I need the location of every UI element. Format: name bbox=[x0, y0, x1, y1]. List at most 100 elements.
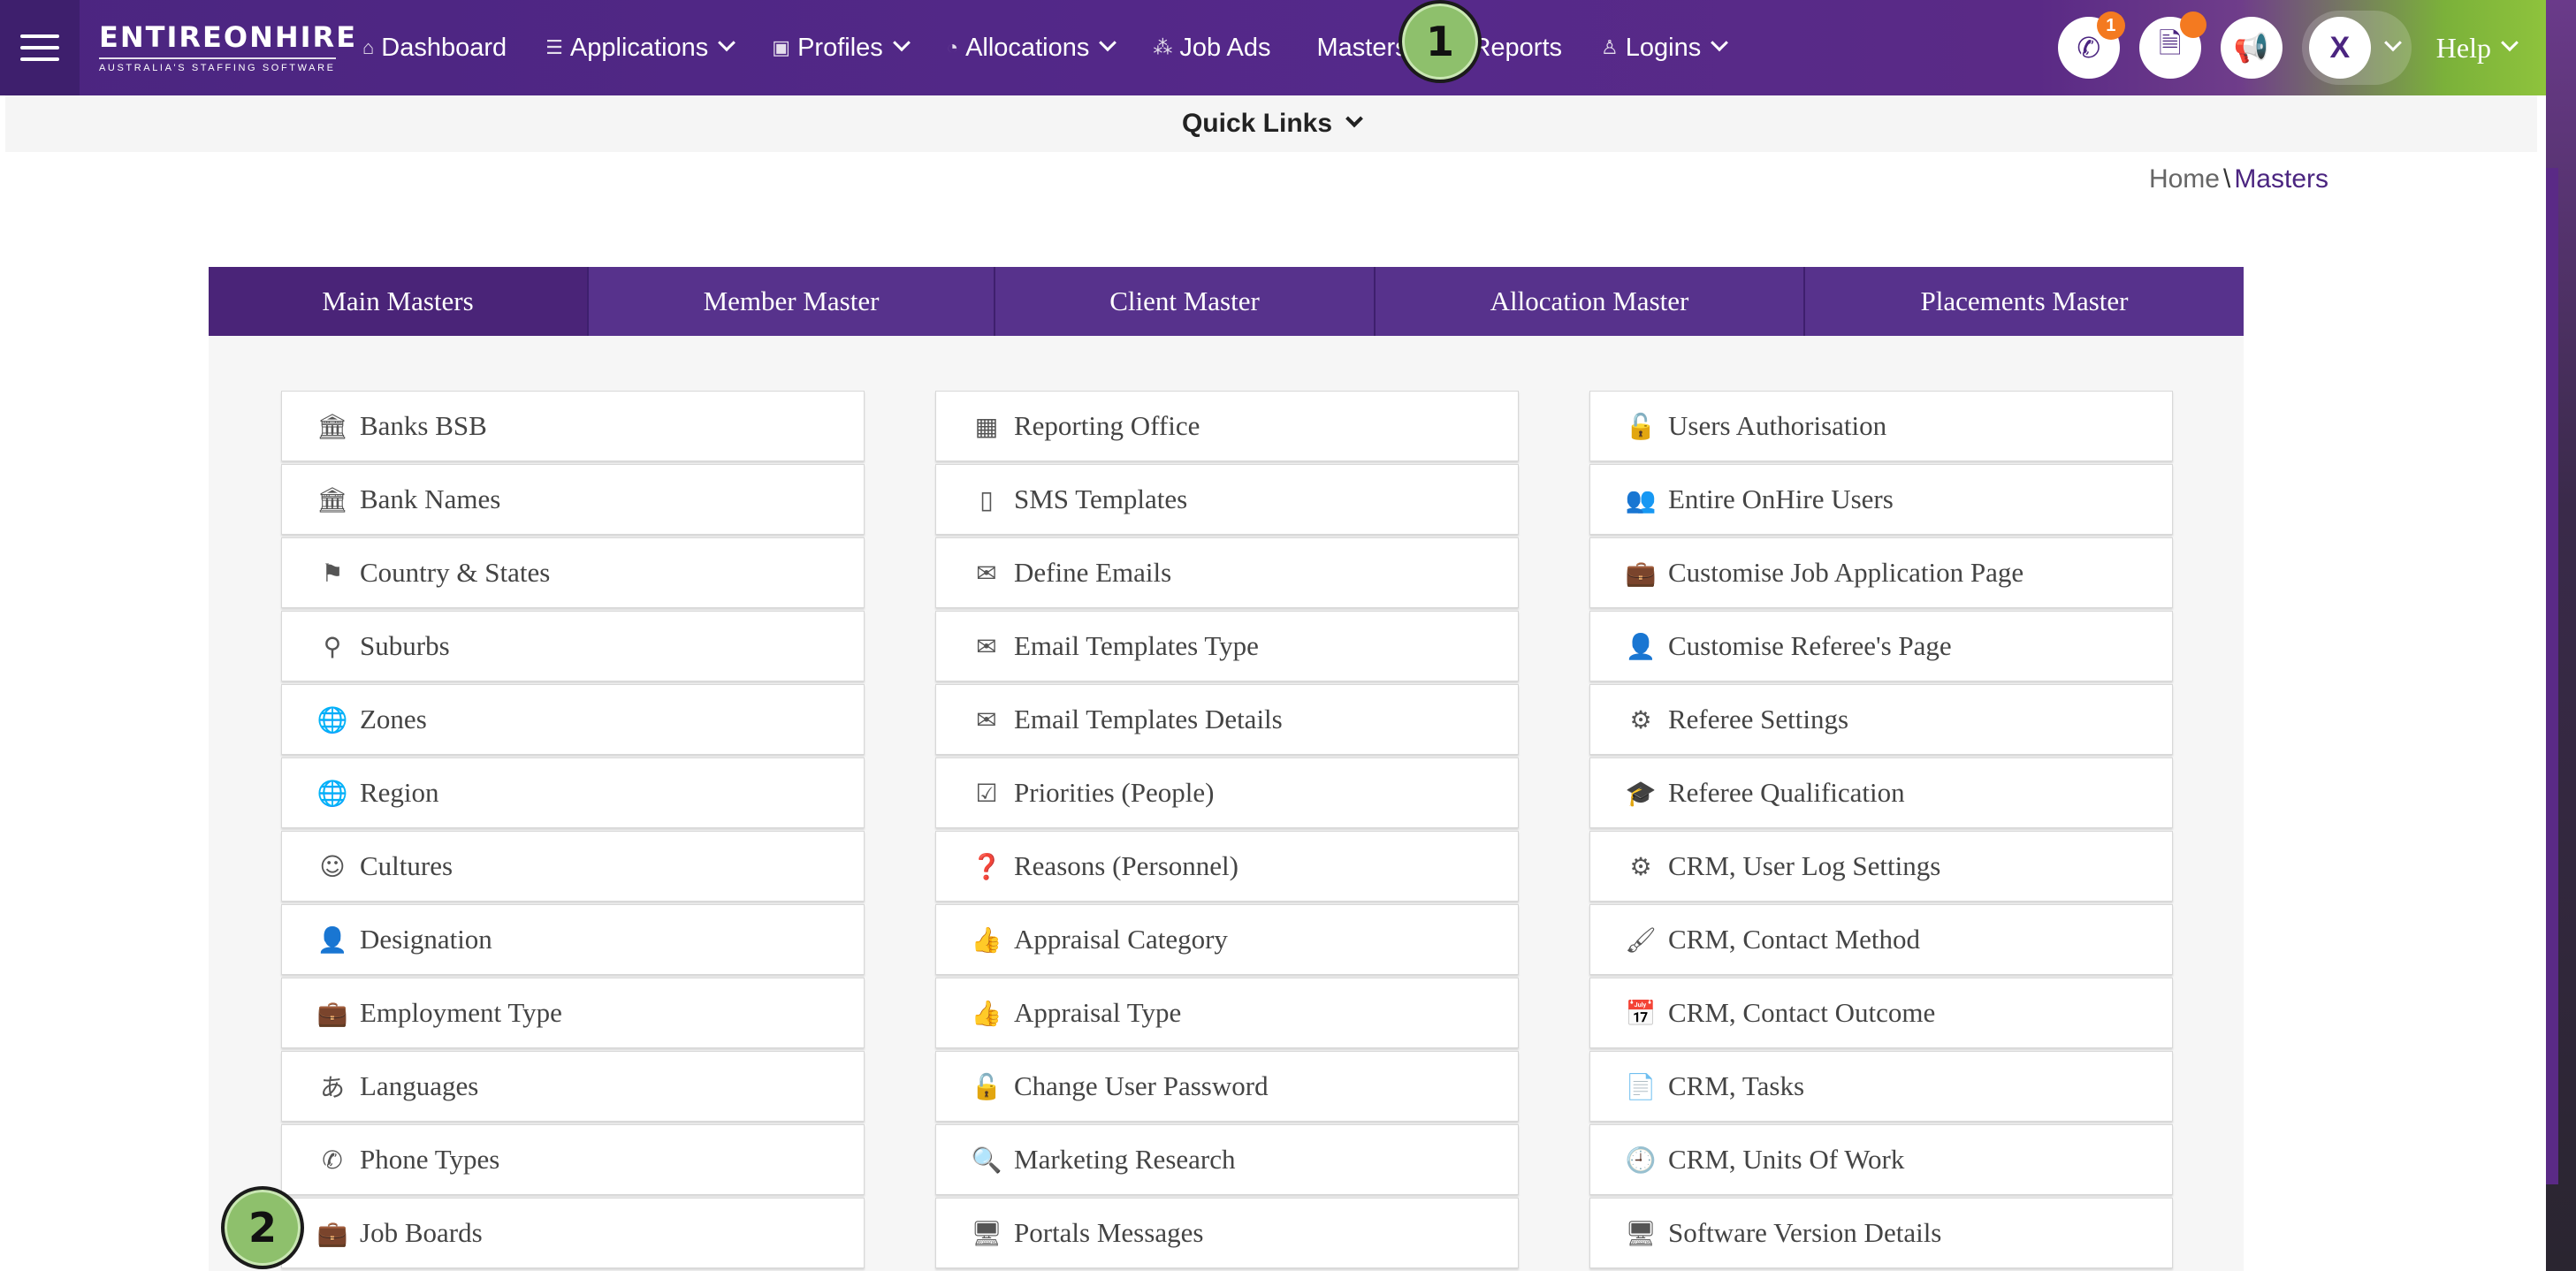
master-link-crm-contact-method[interactable]: 🖌 CRM, Contact Method bbox=[1589, 904, 2173, 975]
master-link-region[interactable]: 🌐 Region bbox=[281, 757, 865, 828]
quick-links-toggle[interactable]: Quick Links bbox=[5, 95, 2537, 152]
pie-chart-icon: ◔ bbox=[946, 36, 959, 58]
master-link-software-version-details[interactable]: 🖥 Software Version Details bbox=[1589, 1198, 2173, 1268]
nav-job-ads[interactable]: ⁂ Job Ads bbox=[1153, 34, 1270, 63]
nav-masters[interactable]: Masters bbox=[1310, 34, 1408, 63]
scrollbar-thumb[interactable] bbox=[2546, 168, 2558, 1184]
help-menu[interactable]: Help bbox=[2436, 32, 2519, 65]
masters-column-2: ▦ Reporting Office ▯ SMS Templates ✉ Define E… bbox=[935, 391, 1519, 1271]
nav-profiles[interactable]: ▣ Profiles bbox=[772, 34, 911, 63]
briefcase-icon: 💼 bbox=[1625, 558, 1657, 588]
master-link-change-user-password[interactable]: 🔓 Change User Password bbox=[935, 1051, 1519, 1122]
search-icon: 🔍 bbox=[971, 1145, 1002, 1175]
question-circle-icon: ❓ bbox=[971, 851, 1002, 881]
app-logo[interactable]: ENTIREONHIRE AUSTRALIA'S STAFFING SOFTWA… bbox=[99, 21, 355, 74]
user-menu-button[interactable]: X bbox=[2301, 11, 2412, 85]
checkbox-icon: ☑ bbox=[975, 778, 998, 808]
nav-allocations[interactable]: ◔ Allocations bbox=[946, 34, 1117, 63]
briefcase-icon: 💼 bbox=[316, 998, 348, 1028]
notification-dot bbox=[2179, 11, 2206, 38]
thumbs-up-icon: 👍 bbox=[971, 998, 1002, 1028]
main-nav: ⌂ Dashboard ☰ Applications ▣ Profiles ◔ Allocat… bbox=[362, 0, 1764, 95]
master-link-crm-user-log-settings[interactable]: ⚙ CRM, User Log Settings bbox=[1589, 831, 2173, 902]
master-link-appraisal-category[interactable]: 👍 Appraisal Category bbox=[935, 904, 1519, 975]
id-card-icon: ▣ bbox=[772, 36, 791, 58]
master-link-suburbs[interactable]: ⚲ Suburbs bbox=[281, 611, 865, 681]
envelope-icon: ✉ bbox=[976, 558, 997, 588]
share-nodes-icon: ⁂ bbox=[1153, 36, 1173, 58]
calls-button[interactable]: ✆ 1 bbox=[2057, 11, 2125, 79]
hamburger-menu-icon[interactable] bbox=[0, 0, 80, 95]
nav-applications[interactable]: ☰ Applications bbox=[545, 34, 736, 63]
master-link-appraisal-type[interactable]: 👍 Appraisal Type bbox=[935, 978, 1519, 1048]
master-link-portals-messages[interactable]: 🖥 Portals Messages bbox=[935, 1198, 1519, 1268]
chevron-down-icon bbox=[1099, 34, 1117, 52]
master-link-zones[interactable]: 🌐 Zones bbox=[281, 684, 865, 755]
master-link-job-boards[interactable]: 💼 Job Boards bbox=[281, 1198, 865, 1268]
list-icon: ☰ bbox=[545, 36, 563, 58]
master-link-sms-templates[interactable]: ▯ SMS Templates bbox=[935, 464, 1519, 535]
top-navigation-bar: ENTIREONHIRE AUSTRALIA'S STAFFING SOFTWA… bbox=[0, 0, 2546, 95]
master-link-email-templates-type[interactable]: ✉ Email Templates Type bbox=[935, 611, 1519, 681]
master-link-marketing-research[interactable]: 🔍 Marketing Research bbox=[935, 1124, 1519, 1195]
tab-allocation-master[interactable]: Allocation Master bbox=[1376, 267, 1805, 336]
megaphone-icon: 📢 bbox=[2233, 32, 2269, 64]
master-link-designation[interactable]: 👤 Designation bbox=[281, 904, 865, 975]
master-link-cultures[interactable]: ☺ Cultures bbox=[281, 831, 865, 902]
master-link-customise-referee-s-page[interactable]: 👤 Customise Referee's Page bbox=[1589, 611, 2173, 681]
lock-open-icon: 🔓 bbox=[1625, 411, 1657, 441]
tab-member-master[interactable]: Member Master bbox=[589, 267, 995, 336]
master-link-banks-bsb[interactable]: 🏛 Banks BSB bbox=[281, 391, 865, 461]
bank-icon: 🏛 bbox=[316, 411, 348, 441]
background-window-edge bbox=[2546, 0, 2576, 1271]
chevron-down-icon bbox=[718, 34, 736, 52]
clock-icon: 🕘 bbox=[1625, 1145, 1657, 1175]
flag-icon: ⚑ bbox=[321, 558, 344, 588]
master-link-customise-job-application-page[interactable]: 💼 Customise Job Application Page bbox=[1589, 537, 2173, 608]
master-link-reporting-office[interactable]: ▦ Reporting Office bbox=[935, 391, 1519, 461]
user-plus-icon: 👤 bbox=[1625, 631, 1657, 661]
master-link-priorities-people[interactable]: ☑ Priorities (People) bbox=[935, 757, 1519, 828]
announcements-button[interactable]: 📢 bbox=[2220, 17, 2283, 79]
chevron-down-icon bbox=[892, 34, 911, 52]
master-link-entire-onhire-users[interactable]: 👥 Entire OnHire Users bbox=[1589, 464, 2173, 535]
master-link-crm-contact-outcome[interactable]: 📅 CRM, Contact Outcome bbox=[1589, 978, 2173, 1048]
tab-client-master[interactable]: Client Master bbox=[995, 267, 1376, 336]
graduation-cap-icon: 🎓 bbox=[1625, 778, 1657, 808]
nav-logins[interactable]: ♙ Logins bbox=[1601, 34, 1729, 63]
users-icon: 👥 bbox=[1625, 484, 1657, 514]
step-marker-1: 1 bbox=[1399, 0, 1482, 83]
documents-button[interactable]: 🗎 bbox=[2138, 11, 2206, 79]
master-link-crm-tasks[interactable]: 📄 CRM, Tasks bbox=[1589, 1051, 2173, 1122]
breadcrumb-current: Masters bbox=[2234, 164, 2328, 194]
breadcrumb: Home \ Masters bbox=[2148, 164, 2328, 194]
master-link-crm-units-of-work[interactable]: 🕘 CRM, Units Of Work bbox=[1589, 1124, 2173, 1195]
globe-icon: 🌐 bbox=[316, 704, 348, 734]
master-link-bank-names[interactable]: 🏛 Bank Names bbox=[281, 464, 865, 535]
smile-icon: ☺ bbox=[319, 851, 346, 881]
nav-dashboard[interactable]: ⌂ Dashboard bbox=[362, 34, 507, 63]
masters-column-3: 🔓 Users Authorisation 👥 Entire OnHire Users… bbox=[1589, 391, 2173, 1271]
master-link-reasons-personnel[interactable]: ❓ Reasons (Personnel) bbox=[935, 831, 1519, 902]
master-link-users-authorisation[interactable]: 🔓 Users Authorisation bbox=[1589, 391, 2173, 461]
home-icon: ⌂ bbox=[362, 36, 375, 58]
master-link-languages[interactable]: あ Languages bbox=[281, 1051, 865, 1122]
gears-icon: ⚙ bbox=[1629, 704, 1652, 734]
unlock-icon: 🔓 bbox=[971, 1071, 1002, 1101]
tab-placements-master[interactable]: Placements Master bbox=[1805, 267, 2244, 336]
avatar: X bbox=[2308, 17, 2371, 79]
masters-column-1: 🏛 Banks BSB 🏛 Bank Names ⚑ Country & States ⚲ S… bbox=[281, 391, 865, 1271]
master-link-phone-types[interactable]: ✆ Phone Types bbox=[281, 1124, 865, 1195]
phone-icon: ✆ bbox=[322, 1145, 343, 1175]
master-link-country-states[interactable]: ⚑ Country & States bbox=[281, 537, 865, 608]
file-icon: 📄 bbox=[1625, 1071, 1657, 1101]
masters-tabs: Main Masters Member Master Client Master Al… bbox=[209, 267, 2244, 336]
master-link-referee-settings[interactable]: ⚙ Referee Settings bbox=[1589, 684, 2173, 755]
master-link-email-templates-details[interactable]: ✉ Email Templates Details bbox=[935, 684, 1519, 755]
master-link-employment-type[interactable]: 💼 Employment Type bbox=[281, 978, 865, 1048]
master-link-define-emails[interactable]: ✉ Define Emails bbox=[935, 537, 1519, 608]
chevron-down-icon bbox=[1345, 110, 1363, 128]
master-link-referee-qualification[interactable]: 🎓 Referee Qualification bbox=[1589, 757, 2173, 828]
breadcrumb-home[interactable]: Home bbox=[2149, 164, 2220, 194]
tab-main-masters[interactable]: Main Masters bbox=[209, 267, 589, 336]
